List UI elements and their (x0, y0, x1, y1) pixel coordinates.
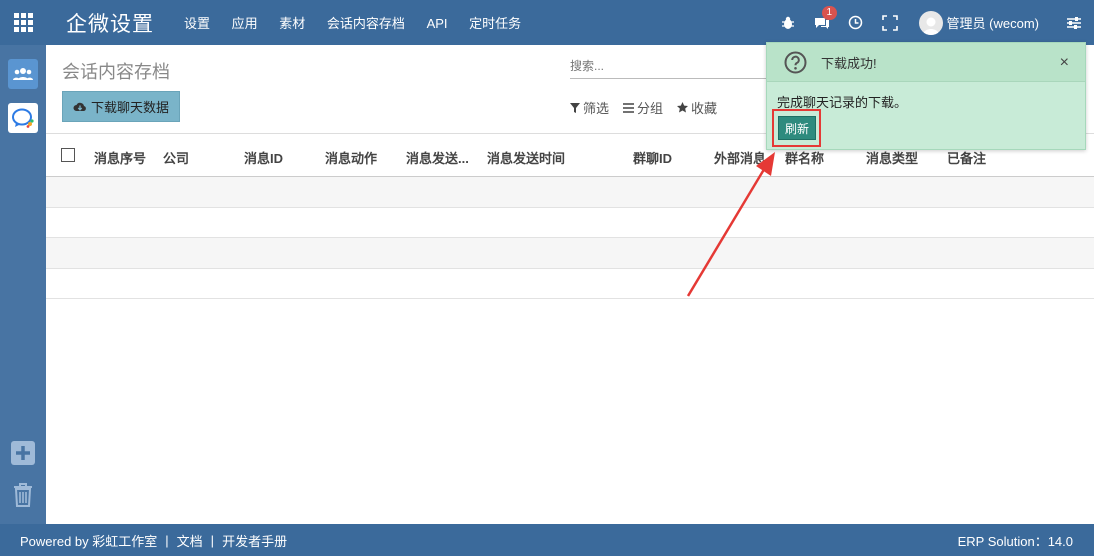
menu-item-material[interactable]: 素材 (279, 16, 305, 31)
avatar (918, 10, 943, 35)
fullscreen-icon[interactable] (880, 13, 900, 33)
docs-link[interactable]: 文档 (177, 531, 203, 550)
table-body (46, 177, 1094, 299)
table-row (46, 238, 1094, 269)
column-header[interactable]: 消息序号 (94, 148, 146, 167)
column-header[interactable]: 群聊ID (633, 148, 672, 167)
footer-separator: | (165, 532, 169, 548)
close-icon[interactable]: × (1060, 54, 1069, 72)
sidebar-item-users[interactable] (8, 59, 38, 89)
plus-icon[interactable] (10, 440, 36, 466)
search-options: 筛选 分组 收藏 (570, 98, 731, 117)
message-count-badge: 1 (821, 5, 838, 20)
column-header[interactable]: 消息ID (244, 148, 283, 167)
column-header[interactable]: 消息发送时间 (487, 148, 565, 167)
column-header[interactable]: 已备注 (947, 148, 986, 167)
table-row (46, 208, 1094, 238)
column-header[interactable]: 消息动作 (325, 148, 377, 167)
apps-grid-icon (13, 13, 33, 32)
favorites-button[interactable]: 收藏 (677, 98, 717, 117)
activity-clock-icon[interactable] (846, 13, 866, 33)
filter-icon (570, 102, 580, 113)
users-icon (13, 68, 33, 80)
filter-button[interactable]: 筛选 (570, 98, 609, 117)
menu-item-apps[interactable]: 应用 (232, 16, 258, 31)
success-notification: 下载成功! × 完成聊天记录的下载。 刷新 (766, 42, 1086, 150)
download-button-label: 下载聊天数据 (91, 100, 170, 115)
download-chat-data-button[interactable]: 下载聊天数据 (62, 91, 181, 122)
developer-manual-link[interactable]: 开发者手册 (222, 531, 287, 550)
list-icon (623, 102, 635, 113)
refresh-button[interactable]: 刷新 (778, 116, 816, 140)
menu-item-scheduled-tasks[interactable]: 定时任务 (469, 16, 521, 31)
footer-separator: | (210, 532, 215, 548)
column-header[interactable]: 公司 (163, 148, 189, 167)
footer: Powered by 彩虹工作室 | 文档 | 开发者手册 ERP Soluti… (0, 524, 1094, 556)
select-all-checkbox[interactable] (61, 148, 75, 162)
app-sidebar (0, 45, 46, 524)
top-navbar: 企微设置 设置 应用 素材 会话内容存档 API 定时任务 1 管理员 (wec… (0, 0, 1094, 45)
column-header[interactable]: 消息发送... (406, 148, 469, 167)
notification-message: 完成聊天记录的下载。 (777, 95, 908, 110)
trash-icon[interactable] (10, 482, 36, 508)
sidebar-item-wecom[interactable] (8, 103, 38, 133)
notification-header: 下载成功! (767, 43, 1085, 82)
main-menu: 设置 应用 素材 会话内容存档 API 定时任务 (184, 13, 539, 32)
cloud-download-icon (73, 102, 86, 111)
user-menu[interactable]: 管理员 (wecom) (918, 10, 1039, 35)
messages-icon[interactable]: 1 (812, 5, 838, 33)
menu-item-settings[interactable]: 设置 (184, 16, 210, 31)
table-row (46, 269, 1094, 299)
powered-by-text: Powered by 彩虹工作室 (20, 533, 158, 549)
search-bar[interactable] (570, 57, 790, 79)
column-header[interactable]: 群名称 (785, 148, 824, 167)
group-by-button[interactable]: 分组 (623, 98, 663, 117)
table-row (46, 177, 1094, 208)
systray: 1 管理员 (wecom) (771, 0, 1094, 45)
debug-bug-icon[interactable] (778, 13, 798, 33)
highlight-box: 刷新 (772, 109, 821, 147)
menu-item-chat-archive[interactable]: 会话内容存档 (327, 16, 405, 31)
question-circle-icon (784, 51, 807, 73)
notification-title: 下载成功! (821, 55, 877, 71)
star-icon (677, 102, 689, 113)
page-title: 会话内容存档 (62, 62, 170, 82)
menu-item-api[interactable]: API (427, 16, 448, 31)
column-header[interactable]: 消息类型 (866, 148, 918, 167)
sidebar-bottom-actions (0, 440, 46, 524)
wecom-icon (12, 108, 34, 128)
search-input[interactable] (570, 59, 790, 73)
version-text: ERP Solution：14.0 (957, 533, 1073, 549)
sliders-settings-icon[interactable] (1064, 13, 1084, 33)
column-header[interactable]: 外部消息 (714, 148, 766, 167)
user-name: 管理员 (wecom) (946, 16, 1039, 31)
apps-menu-button[interactable] (0, 0, 46, 45)
app-brand[interactable]: 企微设置 (66, 8, 154, 38)
